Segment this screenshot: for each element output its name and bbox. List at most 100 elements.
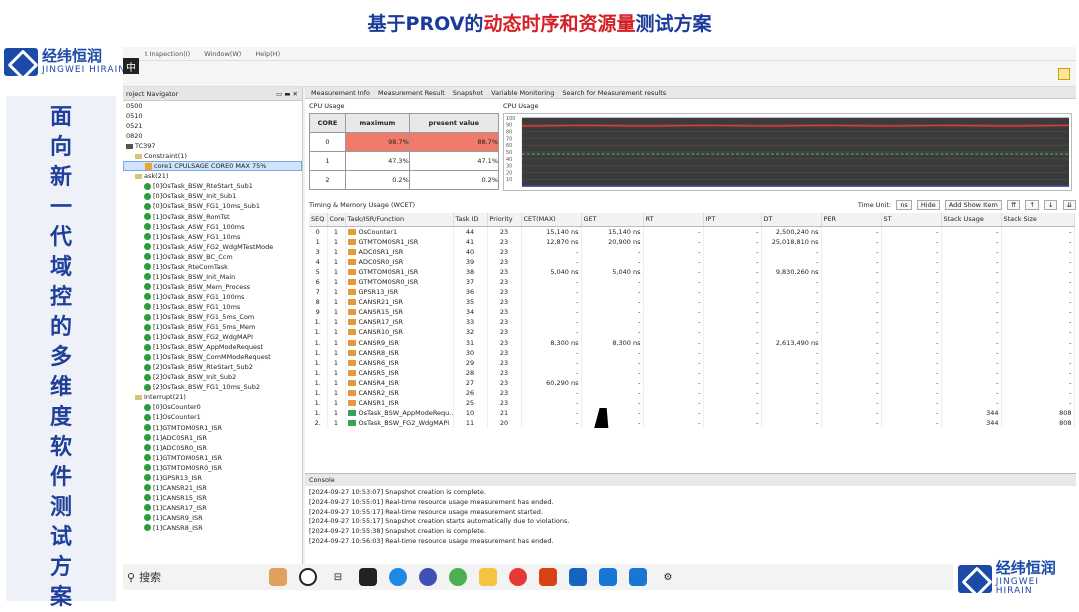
- table-row[interactable]: 1. 1 CANSR17_ISR 33 23 - - - - - - - - -: [309, 317, 1075, 328]
- tree-item[interactable]: [1]OsTask_BSW_FG1_10ms: [123, 302, 302, 312]
- gear-icon[interactable]: ⚙: [659, 568, 677, 586]
- tree-item[interactable]: [1]OsTask_BSW_FG2_WdgMAPI: [123, 332, 302, 342]
- table-row[interactable]: 8 1 CANSR21_ISR 35 23 - - - - - - - - -: [309, 297, 1075, 308]
- tree-item[interactable]: [1]OsTask_ASW_FG1_10ms: [123, 232, 302, 242]
- folder-icon[interactable]: [479, 568, 497, 586]
- tree-item[interactable]: [1]GTMTOM0SR1_ISR: [123, 423, 302, 433]
- ime-indicator[interactable]: 中: [123, 58, 139, 74]
- wcet-col-header[interactable]: Core: [327, 213, 346, 227]
- tree-item[interactable]: [1]GTMTOM0SR0_ISR: [123, 463, 302, 473]
- tree-item[interactable]: [1]OsTask_BSW_RomTst: [123, 212, 302, 222]
- tree-item[interactable]: [0]OsTask_BSW_RteStart_Sub1: [123, 181, 302, 191]
- tree-item[interactable]: [1]CANSR15_ISR: [123, 493, 302, 503]
- time-unit-select[interactable]: ns: [896, 200, 912, 210]
- table-row[interactable]: 0 1 OsCounter1 44 23 15,140 ns 15,140 ns - - 2,50…: [309, 226, 1075, 237]
- wcet-col-header[interactable]: PER: [821, 213, 882, 227]
- tree-item[interactable]: 0521: [123, 121, 302, 131]
- tree-item[interactable]: [0]OsTask_BSW_FG1_10ms_Sub1: [123, 201, 302, 211]
- tree-item[interactable]: [1]CANSR9_ISR: [123, 513, 302, 523]
- taskbar-search[interactable]: ⚲ 搜索: [123, 569, 263, 585]
- move-top-icon[interactable]: ⇈: [1006, 200, 1021, 210]
- tree-item[interactable]: Constraint(1): [123, 151, 302, 161]
- tree-item[interactable]: [1]ADC0SR0_ISR: [123, 443, 302, 453]
- menu-inspection[interactable]: t Inspection(I): [145, 50, 190, 58]
- wcet-col-header[interactable]: RT: [643, 213, 704, 227]
- wcet-col-header[interactable]: CET(MAX): [521, 213, 582, 227]
- view-tab[interactable]: Snapshot: [450, 89, 486, 97]
- terminal-icon[interactable]: [359, 568, 377, 586]
- widgets-icon[interactable]: [269, 568, 287, 586]
- table-row[interactable]: 1. 1 CANSR4_ISR 27 23 60,290 ns - - - - - - - -: [309, 377, 1075, 388]
- tree-item[interactable]: [1]OsTask_BSW_Init_Main: [123, 272, 302, 282]
- tree-item[interactable]: [2]OsTask_BSW_FG1_10ms_Sub2: [123, 382, 302, 392]
- table-row[interactable]: 1. 1 CANSR2_ISR 26 23 - - - - - - - - -: [309, 388, 1075, 399]
- tree-item[interactable]: Interrupt(21): [123, 392, 302, 402]
- tree-item[interactable]: [1]OsTask_BSW_BC_Ccm: [123, 252, 302, 262]
- table-row[interactable]: 1. 1 CANSR5_ISR 28 23 - - - - - - - - -: [309, 367, 1075, 378]
- hide-button[interactable]: Hide: [916, 200, 940, 210]
- app-window-icon[interactable]: [569, 568, 587, 586]
- view-tab[interactable]: Variable Monitoring: [488, 89, 557, 97]
- wcet-col-header[interactable]: DT: [761, 213, 822, 227]
- tree-item[interactable]: core1 CPULSAGE CORE0 MAX 75%: [123, 161, 302, 172]
- table-row[interactable]: 1. 1 CANSR6_ISR 29 23 - - - - - - - - -: [309, 357, 1075, 368]
- tree-item[interactable]: [1]OsCounter1: [123, 412, 302, 422]
- add-show-item-button[interactable]: Add Show Item: [944, 200, 1002, 210]
- tree-item[interactable]: [0]OsCounter0: [123, 402, 302, 412]
- tree-item[interactable]: [0]OsTask_BSW_Init_Sub1: [123, 191, 302, 201]
- tree-item[interactable]: 0510: [123, 111, 302, 121]
- shield-app-icon[interactable]: [599, 568, 617, 586]
- tree-item[interactable]: TC397: [123, 141, 302, 151]
- tree-item[interactable]: [1]OsTask_BSW_Mem_Process: [123, 282, 302, 292]
- table-row[interactable]: 5 1 GTMTOM0SR1_ISR 38 23 5,040 ns 5,040 ns - - 9,…: [309, 266, 1075, 277]
- table-row[interactable]: 1. 1 CANSR1_ISR 25 23 - - - - - - - - -: [309, 398, 1075, 409]
- start-circle-icon[interactable]: [299, 568, 317, 586]
- wcet-col-header[interactable]: SEQ: [309, 213, 328, 227]
- wcet-col-header[interactable]: Task ID: [453, 213, 488, 227]
- chat-icon[interactable]: [419, 568, 437, 586]
- tree-item[interactable]: [1]GPSR13_ISR: [123, 473, 302, 483]
- wcet-col-header[interactable]: IPT: [703, 213, 762, 227]
- tree-item[interactable]: [1]GTMTOM0SR1_ISR: [123, 453, 302, 463]
- wcet-col-header[interactable]: Task/ISR/Function: [345, 213, 454, 227]
- table-row[interactable]: 2. 1 OsTask_BSW_FG2_WdgMAPI 11 20 - - - - - - - 344 8…: [309, 418, 1075, 429]
- tree-item[interactable]: [1]OsTask_BSW_FG1_100ms: [123, 292, 302, 302]
- tree-item[interactable]: [2]OsTask_BSW_RteStart_Sub2: [123, 362, 302, 372]
- move-up-icon[interactable]: ↑: [1025, 200, 1039, 210]
- tree-item[interactable]: [1]OsTask_ASW_FG1_100ms: [123, 222, 302, 232]
- wps-icon[interactable]: [509, 568, 527, 586]
- navigator-controls-icon[interactable]: ▭ ▬ ✕: [276, 90, 298, 98]
- menu-window[interactable]: Window(W): [204, 50, 241, 58]
- table-row[interactable]: 1. 1 OsTask_BSW_AppModeRequ... 10 21 - - - - - - - 3…: [309, 408, 1075, 419]
- tree-item[interactable]: 0820: [123, 131, 302, 141]
- table-row[interactable]: 9 1 CANSR15_ISR 34 23 - - - - - - - - -: [309, 307, 1075, 318]
- wcet-col-header[interactable]: Stack Size: [1001, 213, 1075, 227]
- tree-item[interactable]: [1]CANSR21_ISR: [123, 483, 302, 493]
- view-tab[interactable]: Measurement Result: [375, 89, 448, 97]
- tree-item[interactable]: [2]OsTask_BSW_Init_Sub2: [123, 372, 302, 382]
- wcet-col-header[interactable]: ST: [881, 213, 942, 227]
- table-row[interactable]: 3 1 ADC0SR1_ISR 40 23 - - - - - - - - -: [309, 246, 1075, 257]
- powerpoint-icon[interactable]: [539, 568, 557, 586]
- tree-item[interactable]: [1]OsTask_ASW_FG2_WdgMTestMode: [123, 242, 302, 252]
- table-row[interactable]: 1. 1 CANSR10_ISR 32 23 - - - - - - - - -: [309, 327, 1075, 338]
- wcet-col-header[interactable]: GET: [581, 213, 644, 227]
- tree-item[interactable]: [1]OsTask_BSW_FG1_5ms_Com: [123, 312, 302, 322]
- tree-item[interactable]: [1]OsTask_BSW_ComMModeRequest: [123, 352, 302, 362]
- shield-app-2-icon[interactable]: [629, 568, 647, 586]
- menu-help[interactable]: Help(H): [255, 50, 280, 58]
- table-row[interactable]: 1. 1 CANSR9_ISR 31 23 8,300 ns 8,300 ns - - 2,613…: [309, 337, 1075, 348]
- table-row[interactable]: 1. 1 CANSR8_ISR 30 23 - - - - - - - - -: [309, 347, 1075, 358]
- tree-item[interactable]: [1]OsTask_BSW_AppModeRequest: [123, 342, 302, 352]
- table-row[interactable]: 1 1 GTMTOM0SR1_ISR 41 23 12,870 ns 20,900 ns - -…: [309, 236, 1075, 247]
- tree-item[interactable]: 0500: [123, 101, 302, 111]
- tree-item[interactable]: ask(21): [123, 171, 302, 181]
- tree-item[interactable]: [1]OsTask_RteComTask: [123, 262, 302, 272]
- tree-item[interactable]: [1]ADC0SR1_ISR: [123, 433, 302, 443]
- tree-item[interactable]: [1]CANSR8_ISR: [123, 523, 302, 533]
- move-down-icon[interactable]: ↓: [1044, 200, 1058, 210]
- table-row[interactable]: 6 1 GTMTOM0SR0_ISR 37 23 - - - - - - - - -: [309, 276, 1075, 288]
- wcet-col-header[interactable]: Priority: [487, 213, 522, 227]
- edge-icon[interactable]: [389, 568, 407, 586]
- perspective-icon[interactable]: [1058, 67, 1070, 80]
